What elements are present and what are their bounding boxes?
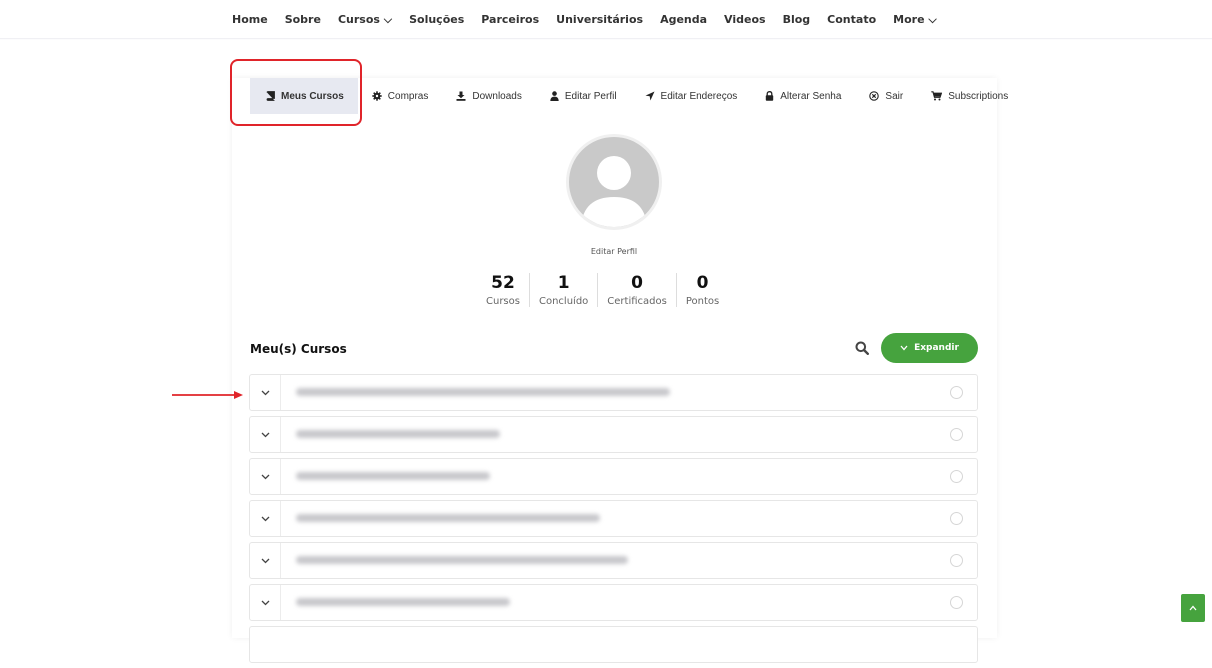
stat-label: Pontos <box>685 296 720 307</box>
nav-item-home[interactable]: Home <box>232 13 268 27</box>
blurred-course-title <box>296 388 670 396</box>
tab-downloads[interactable]: Downloads <box>442 78 535 114</box>
default-user-icon <box>581 156 647 227</box>
tab-label: Editar Perfil <box>564 90 617 102</box>
nav-item-blog[interactable]: Blog <box>783 13 811 27</box>
stat-value: 1 <box>557 273 570 293</box>
nav-item-solucoes[interactable]: Soluções <box>409 13 464 27</box>
annotation-highlight-box <box>230 59 362 126</box>
blurred-course-title <box>296 598 510 606</box>
download-icon <box>456 91 466 101</box>
course-row[interactable] <box>249 374 978 411</box>
nav-item-agenda[interactable]: Agenda <box>660 13 707 27</box>
course-status-radio[interactable] <box>950 596 963 609</box>
course-list <box>249 374 978 668</box>
search-icon[interactable] <box>855 340 870 359</box>
chevron-down-icon[interactable] <box>250 375 280 410</box>
course-status-radio[interactable] <box>950 386 963 399</box>
close-circle-icon <box>869 91 880 101</box>
tab-label: Downloads <box>472 90 522 102</box>
annotation-arrow-icon <box>172 385 244 404</box>
course-row[interactable] <box>249 416 978 453</box>
nav-item-contato[interactable]: Contato <box>827 13 876 27</box>
course-status-radio[interactable] <box>950 428 963 441</box>
tab-label: Alterar Senha <box>780 90 842 102</box>
row-divider <box>280 375 281 410</box>
avatar[interactable] <box>566 134 662 230</box>
nav-item-parceiros[interactable]: Parceiros <box>481 13 539 27</box>
course-row[interactable] <box>249 626 978 663</box>
stat-label: Concluído <box>538 296 589 307</box>
blurred-course-title <box>296 430 500 438</box>
course-status-radio[interactable] <box>950 512 963 525</box>
nav-item-videos[interactable]: Videos <box>724 13 766 27</box>
tab-editar-perfil[interactable]: Editar Perfil <box>536 78 631 114</box>
nav-item-universitarios[interactable]: Universitários <box>556 13 643 27</box>
stat-value: 52 <box>491 273 515 293</box>
lock-icon <box>765 91 774 101</box>
profile-stats: 52 Cursos 1 Concluído 0 Certificados 0 P… <box>477 273 728 307</box>
nav-shadow <box>0 38 1212 40</box>
course-status-radio[interactable] <box>950 470 963 483</box>
stat-cursos: 52 Cursos <box>477 273 529 307</box>
row-divider <box>280 459 281 494</box>
tab-sair[interactable]: Sair <box>855 78 917 114</box>
courses-title: Meu(s) Cursos <box>250 342 347 356</box>
chevron-up-icon <box>1189 605 1197 611</box>
row-divider <box>280 417 281 452</box>
stat-value: 0 <box>631 273 643 293</box>
tab-label: Subscriptions <box>948 90 1009 102</box>
tab-editar-enderecos[interactable]: Editar Endereços <box>631 78 752 114</box>
chevron-down-icon[interactable] <box>250 501 280 536</box>
row-divider <box>280 585 281 620</box>
stat-label: Cursos <box>486 296 520 307</box>
nav-item-sobre[interactable]: Sobre <box>285 13 321 27</box>
stat-certificados: 0 Certificados <box>597 273 676 307</box>
blurred-course-title <box>296 514 600 522</box>
tab-label: Compras <box>387 90 429 102</box>
stat-value: 0 <box>696 273 709 293</box>
course-status-radio[interactable] <box>950 554 963 567</box>
course-row[interactable] <box>249 542 978 579</box>
top-navigation: Home Sobre Cursos ⌵ Soluções Parceiros U… <box>0 0 1212 40</box>
tab-label: Editar Endereços <box>660 90 738 102</box>
nav-menu: Home Sobre Cursos ⌵ Soluções Parceiros U… <box>232 13 954 27</box>
course-row[interactable] <box>249 500 978 537</box>
nav-item-more[interactable]: More ⌵ <box>893 13 937 27</box>
expand-button[interactable]: Expandir <box>881 333 978 363</box>
row-divider <box>280 501 281 536</box>
stat-pontos: 0 Pontos <box>675 273 728 307</box>
tab-subscriptions[interactable]: Subscriptions <box>917 78 1022 114</box>
cart-icon <box>931 91 943 101</box>
chevron-down-icon[interactable] <box>250 459 280 494</box>
chevron-down-icon[interactable] <box>250 585 280 620</box>
stat-concluido: 1 Concluído <box>528 273 597 307</box>
chevron-down-icon[interactable] <box>250 543 280 578</box>
user-icon <box>550 91 559 101</box>
chevron-down-icon <box>900 345 908 351</box>
chevron-down-icon[interactable] <box>250 417 280 452</box>
blurred-course-title <box>296 556 628 564</box>
edit-profile-link[interactable]: Editar Perfil <box>566 247 662 256</box>
back-to-top-button[interactable] <box>1181 594 1205 622</box>
stat-label: Certificados <box>607 296 667 307</box>
nav-item-cursos[interactable]: Cursos ⌵ <box>338 13 392 27</box>
row-divider <box>280 543 281 578</box>
tab-alterar-senha[interactable]: Alterar Senha <box>751 78 855 114</box>
course-row[interactable] <box>249 458 978 495</box>
expand-label: Expandir <box>914 343 959 353</box>
course-row[interactable] <box>249 584 978 621</box>
tab-compras[interactable]: Compras <box>358 78 443 114</box>
gear-icon <box>372 91 382 101</box>
blurred-course-title <box>296 472 490 480</box>
tab-label: Sair <box>885 90 904 102</box>
location-arrow-icon <box>645 91 655 101</box>
